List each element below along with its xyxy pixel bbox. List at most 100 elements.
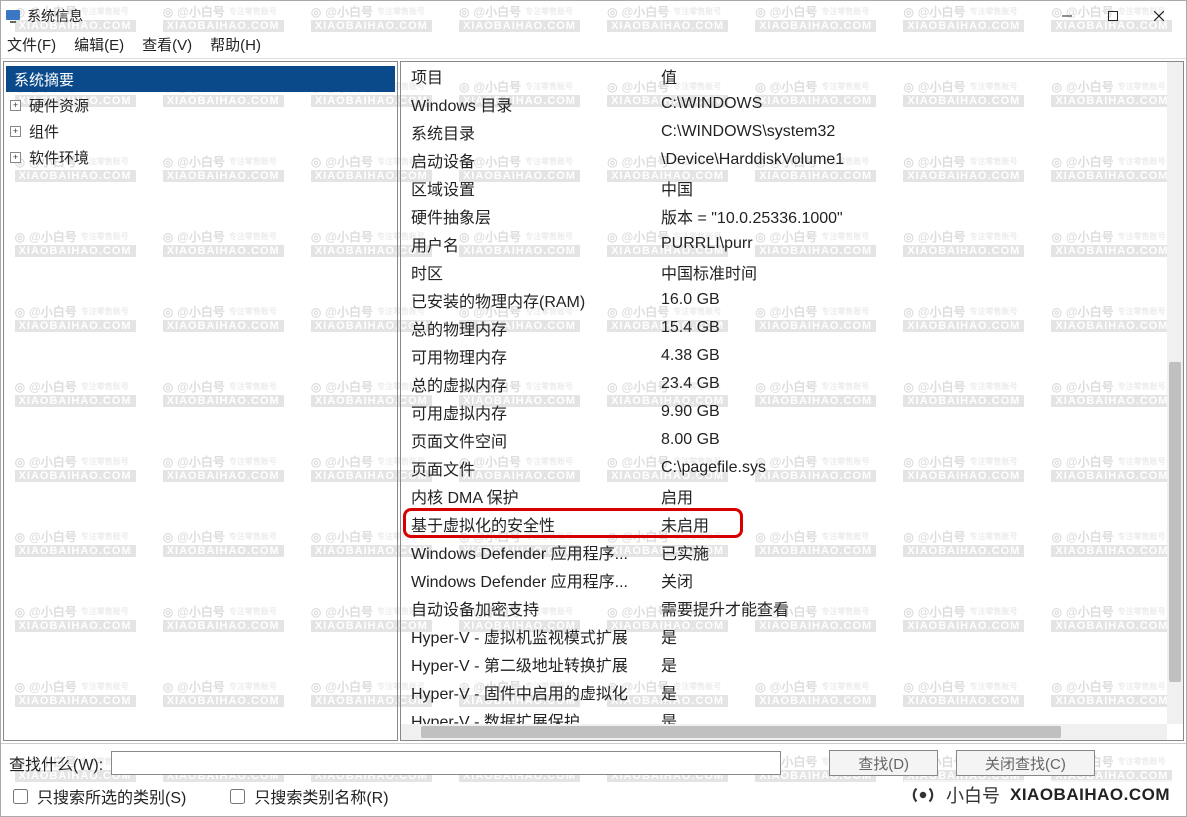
cell-key: 页面文件 <box>401 454 651 482</box>
cell-key: Hyper-V - 固件中启用的虚拟化 <box>401 678 651 706</box>
cell-key: 可用虚拟内存 <box>401 398 651 426</box>
checkbox-label: 只搜索类别名称(R) <box>254 784 388 808</box>
cell-value: 启用 <box>651 482 1183 510</box>
corner-watermark: 小白号 XIAOBAIHAO.COM <box>904 780 1176 810</box>
check-selected-category[interactable]: 只搜索所选的类别(S) <box>9 784 186 808</box>
cell-value: 是 <box>651 622 1183 650</box>
cell-key: Hyper-V - 第二级地址转换扩展 <box>401 650 651 678</box>
cell-value: 是 <box>651 650 1183 678</box>
close-button[interactable] <box>1136 1 1182 31</box>
checkbox-label: 只搜索所选的类别(S) <box>37 784 186 808</box>
table-row[interactable]: 可用物理内存4.38 GB <box>401 342 1183 370</box>
table-row[interactable]: Hyper-V - 虚拟机监视模式扩展是 <box>401 622 1183 650</box>
cell-value: C:\WINDOWS\system32 <box>651 118 1183 146</box>
cell-value: 已实施 <box>651 538 1183 566</box>
close-find-button[interactable]: 关闭查找(C) <box>956 750 1095 776</box>
tree-label: 系统摘要 <box>10 68 78 91</box>
cell-value: PURRLI\purr <box>651 230 1183 258</box>
cell-value: 中国 <box>651 174 1183 202</box>
table-row[interactable]: 页面文件空间8.00 GB <box>401 426 1183 454</box>
cell-value: 4.38 GB <box>651 342 1183 370</box>
table-row[interactable]: Windows Defender 应用程序...关闭 <box>401 566 1183 594</box>
cell-value: 需要提升才能查看 <box>651 594 1183 622</box>
navigation-tree[interactable]: 系统摘要 + 硬件资源 + 组件 + 软件环境 <box>3 61 398 741</box>
cell-key: 用户名 <box>401 230 651 258</box>
scrollbar-thumb[interactable] <box>421 726 1061 738</box>
expand-icon[interactable]: + <box>10 126 21 137</box>
table-row[interactable]: 可用虚拟内存9.90 GB <box>401 398 1183 426</box>
cell-key: 启动设备 <box>401 146 651 174</box>
table-row[interactable]: 硬件抽象层版本 = "10.0.25336.1000" <box>401 202 1183 230</box>
cell-value: 23.4 GB <box>651 370 1183 398</box>
menu-bar: 文件(F) 编辑(E) 查看(V) 帮助(H) <box>1 31 1186 59</box>
table-row[interactable]: 总的虚拟内存23.4 GB <box>401 370 1183 398</box>
table-row[interactable]: 内核 DMA 保护启用 <box>401 482 1183 510</box>
cell-key: Windows Defender 应用程序... <box>401 538 651 566</box>
table-header-row[interactable]: 项目 值 <box>401 62 1183 90</box>
cell-key: 已安装的物理内存(RAM) <box>401 286 651 314</box>
broadcast-icon <box>910 782 936 808</box>
cell-key: 可用物理内存 <box>401 342 651 370</box>
table-row[interactable]: 区域设置中国 <box>401 174 1183 202</box>
vertical-scrollbar[interactable] <box>1167 62 1183 724</box>
cell-value: 9.90 GB <box>651 398 1183 426</box>
check-category-names[interactable]: 只搜索类别名称(R) <box>226 784 388 808</box>
table-row[interactable]: 时区中国标准时间 <box>401 258 1183 286</box>
cell-value: \Device\HarddiskVolume1 <box>651 146 1183 174</box>
tree-hardware[interactable]: + 硬件资源 <box>6 92 395 118</box>
cell-value: 未启用 <box>651 510 1183 538</box>
tree-label: 软件环境 <box>25 146 93 169</box>
table-row[interactable]: 基于虚拟化的安全性未启用 <box>401 510 1183 538</box>
cell-key: 基于虚拟化的安全性 <box>401 510 651 538</box>
table-row[interactable]: Windows Defender 应用程序...已实施 <box>401 538 1183 566</box>
tree-label: 组件 <box>25 120 63 143</box>
scrollbar-thumb[interactable] <box>1169 362 1181 682</box>
table-row[interactable]: 用户名PURRLI\purr <box>401 230 1183 258</box>
table-row[interactable]: Windows 目录C:\WINDOWS <box>401 90 1183 118</box>
cell-key: 系统目录 <box>401 118 651 146</box>
tree-components[interactable]: + 组件 <box>6 118 395 144</box>
checkbox[interactable] <box>230 789 245 804</box>
cell-key: 内核 DMA 保护 <box>401 482 651 510</box>
cell-value: C:\WINDOWS <box>651 90 1183 118</box>
cell-key: 页面文件空间 <box>401 426 651 454</box>
detail-table[interactable]: 项目 值 Windows 目录C:\WINDOWS系统目录C:\WINDOWS\… <box>401 62 1183 734</box>
menu-file[interactable]: 文件(F) <box>7 34 56 55</box>
menu-edit[interactable]: 编辑(E) <box>74 34 124 55</box>
minimize-button[interactable] <box>1044 1 1090 31</box>
tree-system-summary[interactable]: 系统摘要 <box>6 66 395 92</box>
table-row[interactable]: 页面文件C:\pagefile.sys <box>401 454 1183 482</box>
window-title: 系统信息 <box>27 6 83 26</box>
search-input[interactable] <box>111 751 781 775</box>
maximize-button[interactable] <box>1090 1 1136 31</box>
detail-panel: 项目 值 Windows 目录C:\WINDOWS系统目录C:\WINDOWS\… <box>400 61 1184 741</box>
header-value: 值 <box>651 62 1183 90</box>
cell-value: 中国标准时间 <box>651 258 1183 286</box>
horizontal-scrollbar[interactable] <box>401 724 1167 740</box>
find-button[interactable]: 查找(D) <box>829 750 938 776</box>
table-row[interactable]: 启动设备\Device\HarddiskVolume1 <box>401 146 1183 174</box>
expand-icon[interactable]: + <box>10 152 21 163</box>
cell-key: 硬件抽象层 <box>401 202 651 230</box>
table-row[interactable]: 系统目录C:\WINDOWS\system32 <box>401 118 1183 146</box>
cell-key: Windows Defender 应用程序... <box>401 566 651 594</box>
table-row[interactable]: Hyper-V - 第二级地址转换扩展是 <box>401 650 1183 678</box>
table-row[interactable]: 已安装的物理内存(RAM)16.0 GB <box>401 286 1183 314</box>
cell-key: 自动设备加密支持 <box>401 594 651 622</box>
table-row[interactable]: 自动设备加密支持需要提升才能查看 <box>401 594 1183 622</box>
cell-value: 版本 = "10.0.25336.1000" <box>651 202 1183 230</box>
checkbox[interactable] <box>13 789 28 804</box>
cell-key: 时区 <box>401 258 651 286</box>
cell-value: 是 <box>651 678 1183 706</box>
menu-help[interactable]: 帮助(H) <box>210 34 261 55</box>
header-key: 项目 <box>401 62 651 90</box>
watermark-url: XIAOBAIHAO.COM <box>1010 785 1170 805</box>
expand-icon[interactable]: + <box>10 100 21 111</box>
cell-value: 关闭 <box>651 566 1183 594</box>
table-row[interactable]: Hyper-V - 固件中启用的虚拟化是 <box>401 678 1183 706</box>
title-bar: 系统信息 <box>1 1 1186 31</box>
cell-key: Hyper-V - 虚拟机监视模式扩展 <box>401 622 651 650</box>
tree-software[interactable]: + 软件环境 <box>6 144 395 170</box>
table-row[interactable]: 总的物理内存15.4 GB <box>401 314 1183 342</box>
menu-view[interactable]: 查看(V) <box>142 34 192 55</box>
